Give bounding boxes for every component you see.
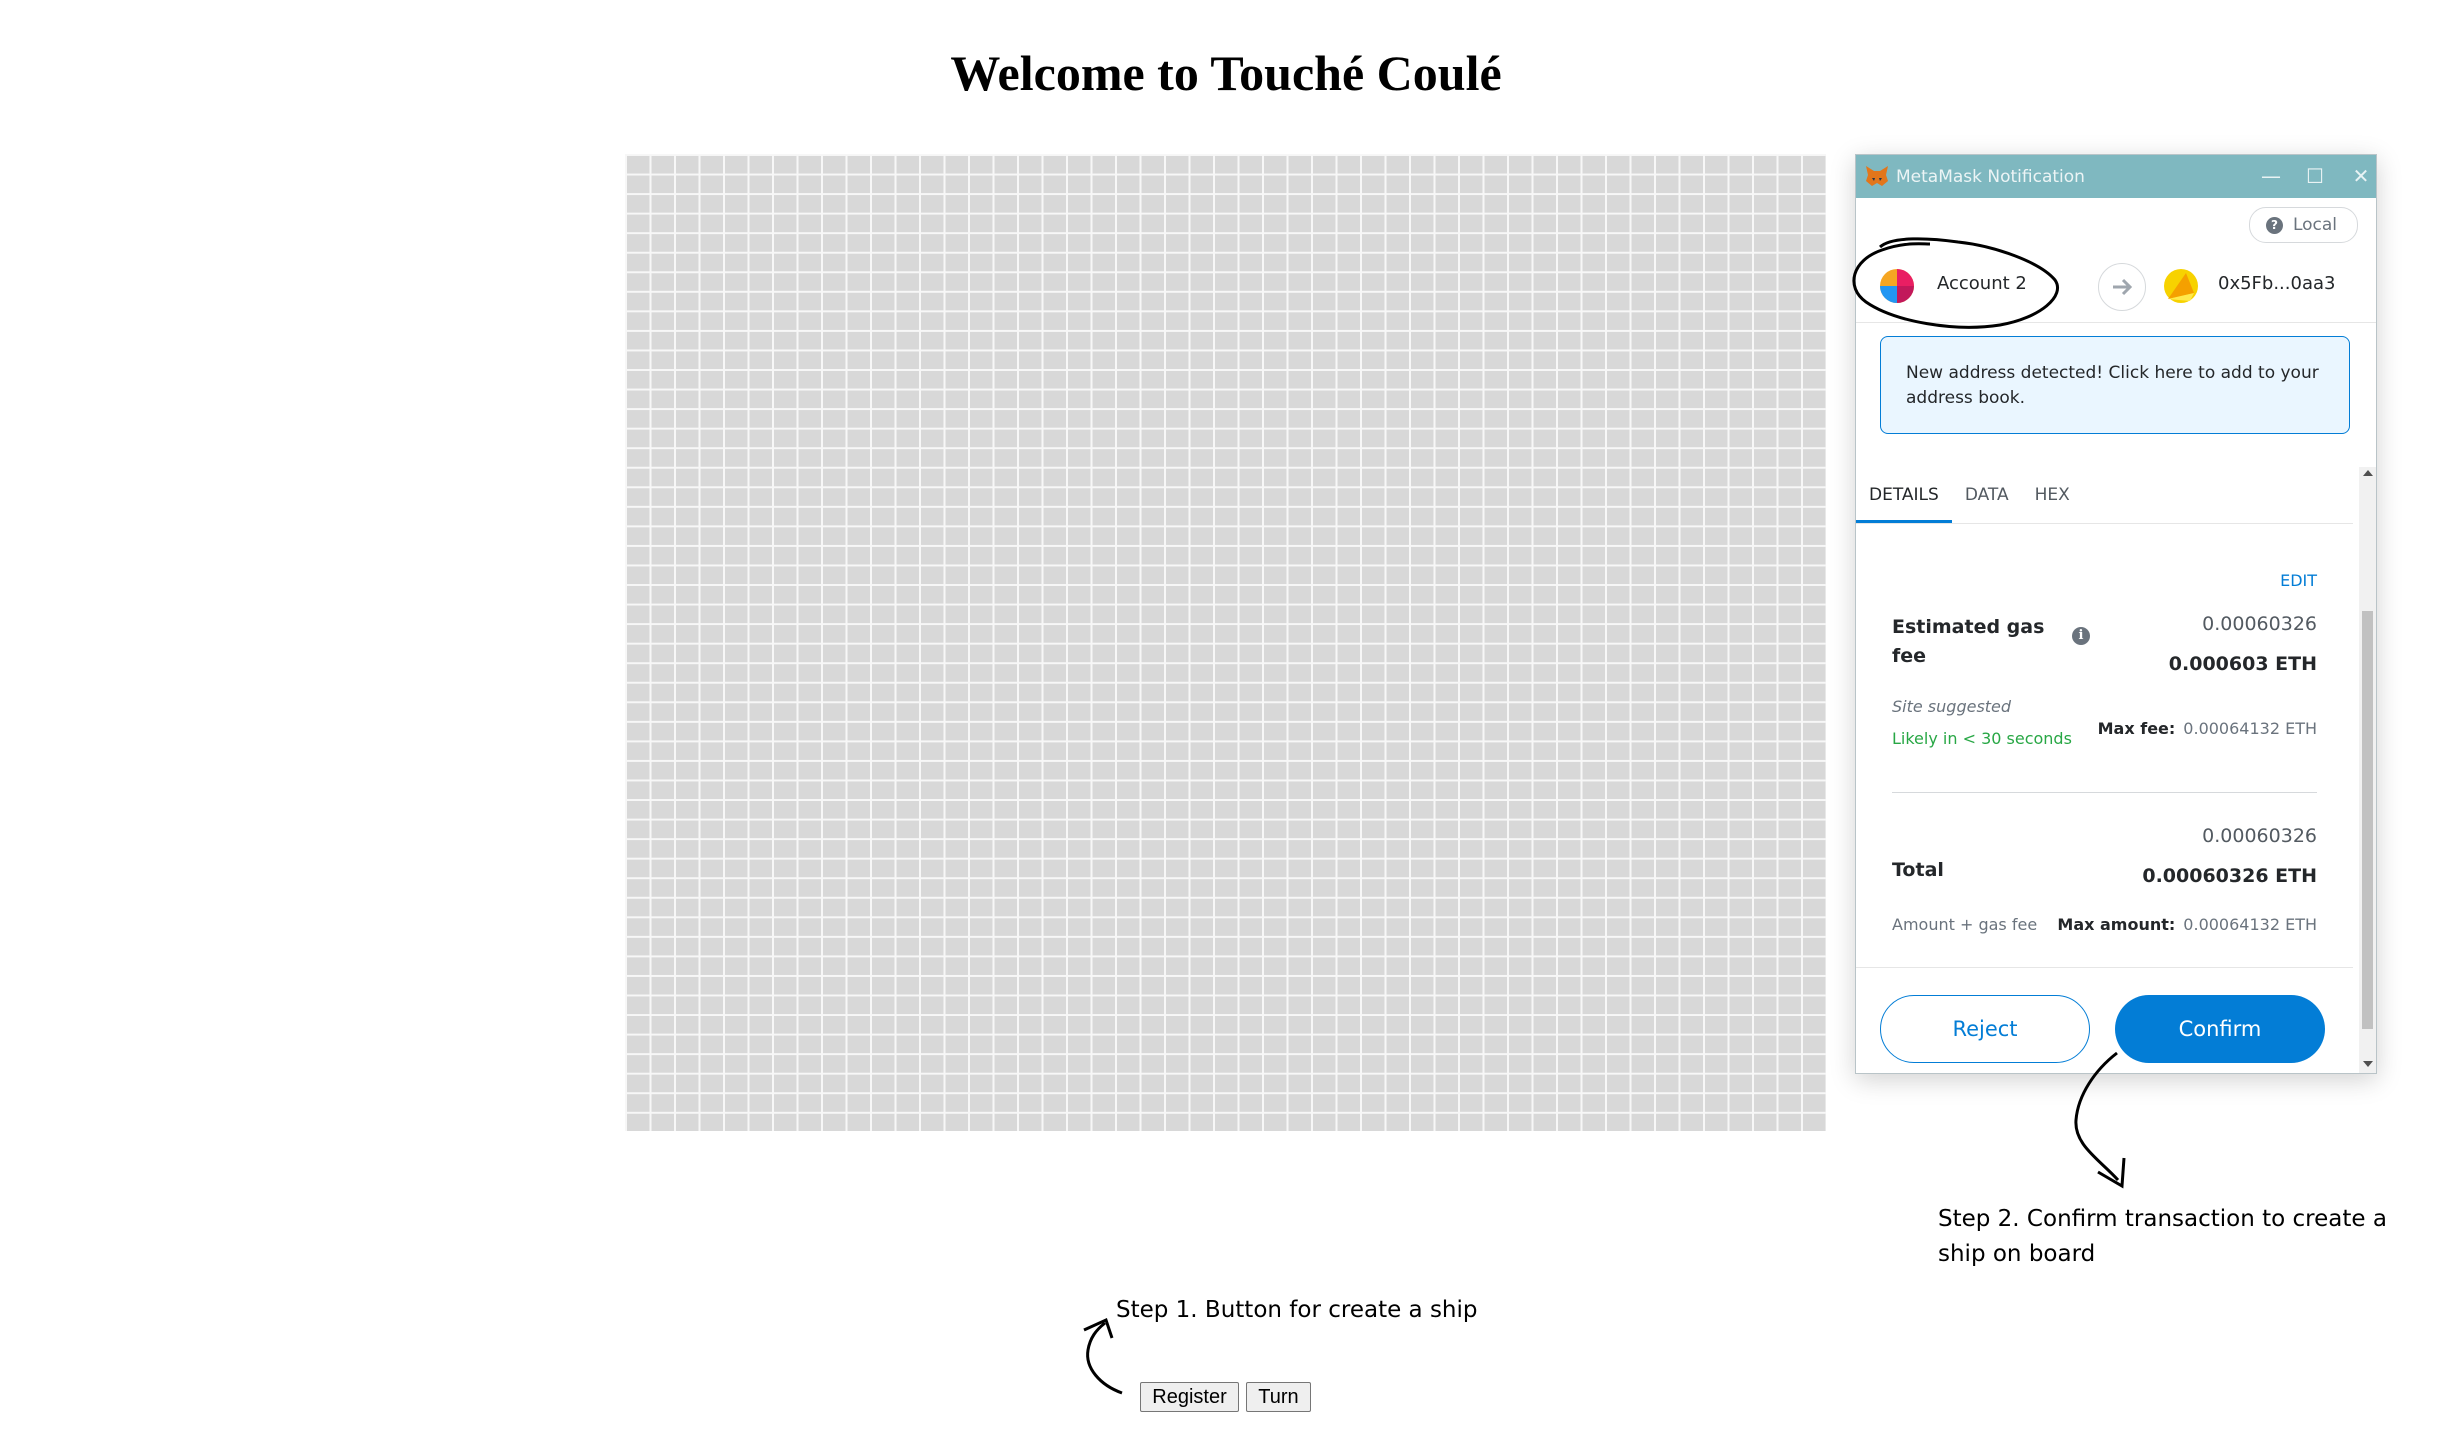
register-button[interactable]: Register: [1140, 1382, 1239, 1412]
step1-annotation: Step 1. Button for create a ship: [1116, 1297, 1478, 1323]
step2-arrow: [2074, 1051, 2126, 1189]
step1-arrow: [1083, 1317, 1123, 1395]
account-circle-annotation: [1852, 237, 2059, 329]
turn-button[interactable]: Turn: [1246, 1382, 1311, 1412]
step2-annotation: Step 2. Confirm transaction to create a …: [1938, 1206, 2387, 1267]
